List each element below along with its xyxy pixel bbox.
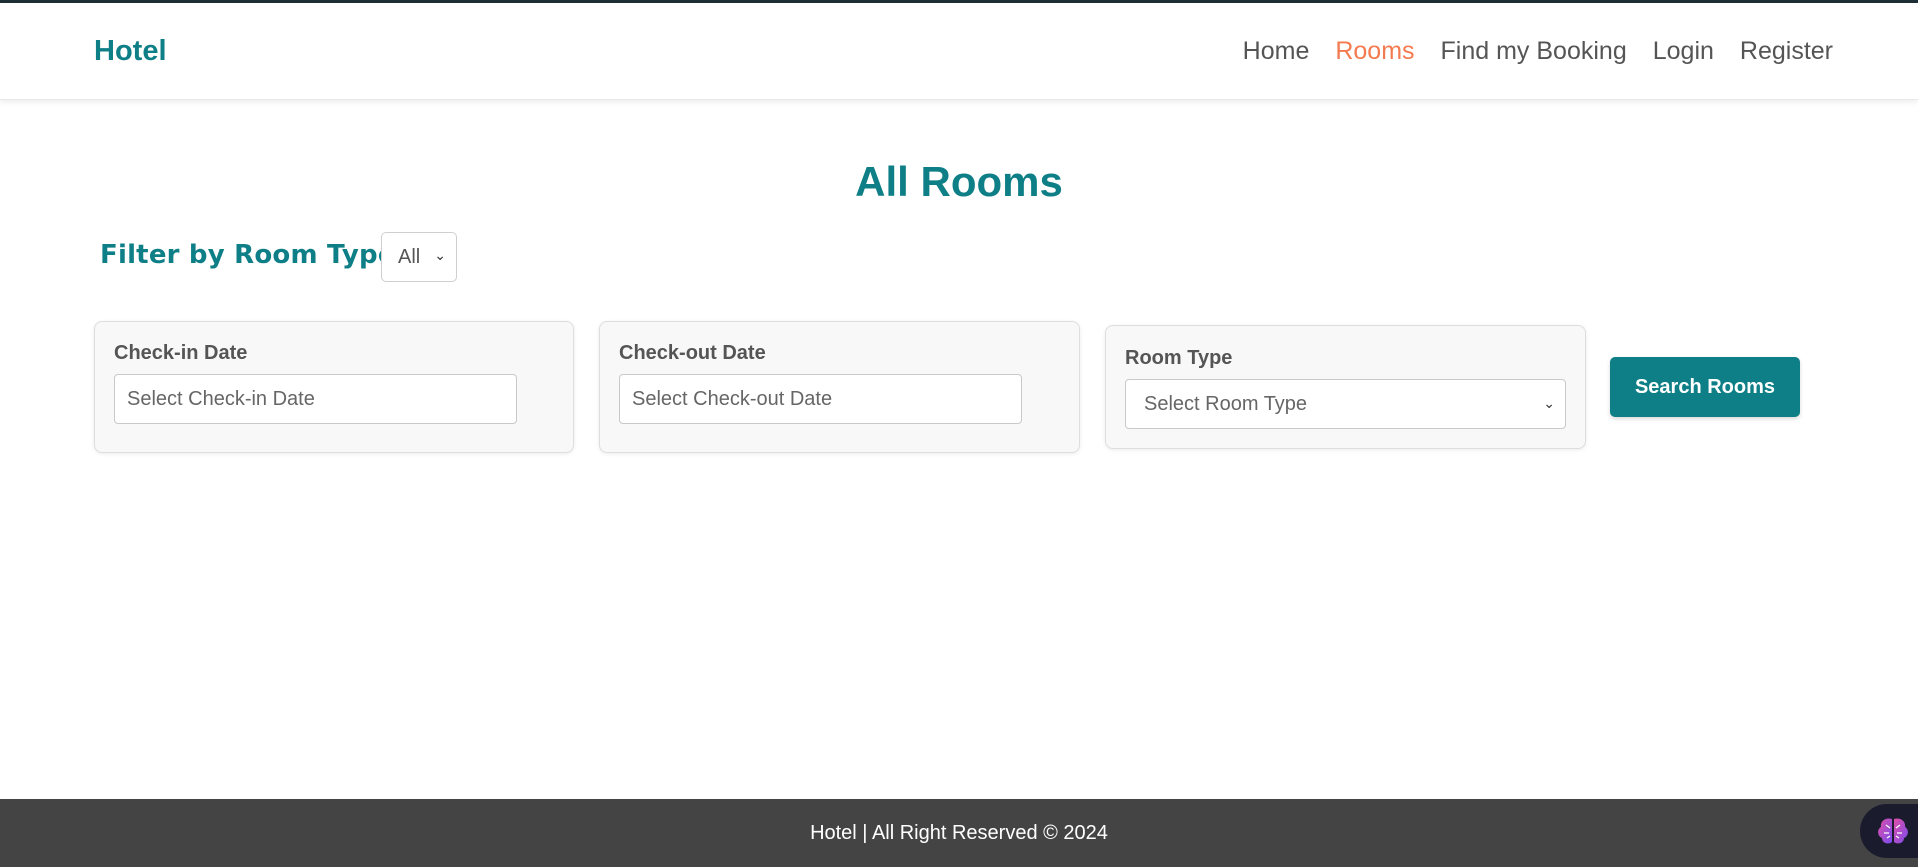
checkin-input[interactable]: Select Check-in Date: [114, 374, 517, 424]
checkout-label: Check-out Date: [619, 342, 766, 364]
nav-link-rooms[interactable]: Rooms: [1335, 37, 1414, 66]
nav-link-register[interactable]: Register: [1740, 37, 1833, 66]
nav-link-login[interactable]: Login: [1653, 37, 1714, 66]
room-type-select[interactable]: Select Room Type ⌄: [1125, 379, 1566, 429]
checkout-card: Check-out Date Select Check-out Date: [599, 321, 1080, 453]
room-type-filter-select[interactable]: All ⌄: [381, 232, 457, 282]
brain-icon: [1878, 818, 1908, 844]
nav-link-home[interactable]: Home: [1243, 37, 1310, 66]
checkout-placeholder: Select Check-out Date: [632, 387, 833, 410]
navbar: Hotel Home Rooms Find my Booking Login R…: [0, 3, 1918, 100]
chevron-down-icon: ⌄: [434, 247, 446, 263]
room-type-select-value: Select Room Type: [1144, 392, 1308, 415]
nav-link-find-booking[interactable]: Find my Booking: [1441, 37, 1627, 66]
footer: Hotel | All Right Reserved © 2024: [0, 799, 1918, 867]
extension-badge[interactable]: [1860, 804, 1918, 858]
filter-label: Filter by Room Type:: [100, 240, 407, 270]
room-type-label: Room Type: [1125, 347, 1233, 369]
page-title: All Rooms: [855, 158, 1063, 205]
nav-links: Home Rooms Find my Booking Login Registe…: [1243, 37, 1833, 66]
brand-logo[interactable]: Hotel: [94, 35, 167, 68]
chevron-down-icon: ⌄: [1543, 395, 1555, 411]
footer-text: Hotel | All Right Reserved © 2024: [810, 821, 1108, 844]
checkin-placeholder: Select Check-in Date: [127, 387, 315, 410]
room-type-card: Room Type Select Room Type ⌄: [1105, 325, 1586, 449]
checkout-input[interactable]: Select Check-out Date: [619, 374, 1022, 424]
checkin-label: Check-in Date: [114, 342, 248, 364]
checkin-card: Check-in Date Select Check-in Date: [94, 321, 574, 453]
filter-select-value: All: [398, 245, 421, 268]
search-rooms-button[interactable]: Search Rooms: [1610, 357, 1800, 417]
